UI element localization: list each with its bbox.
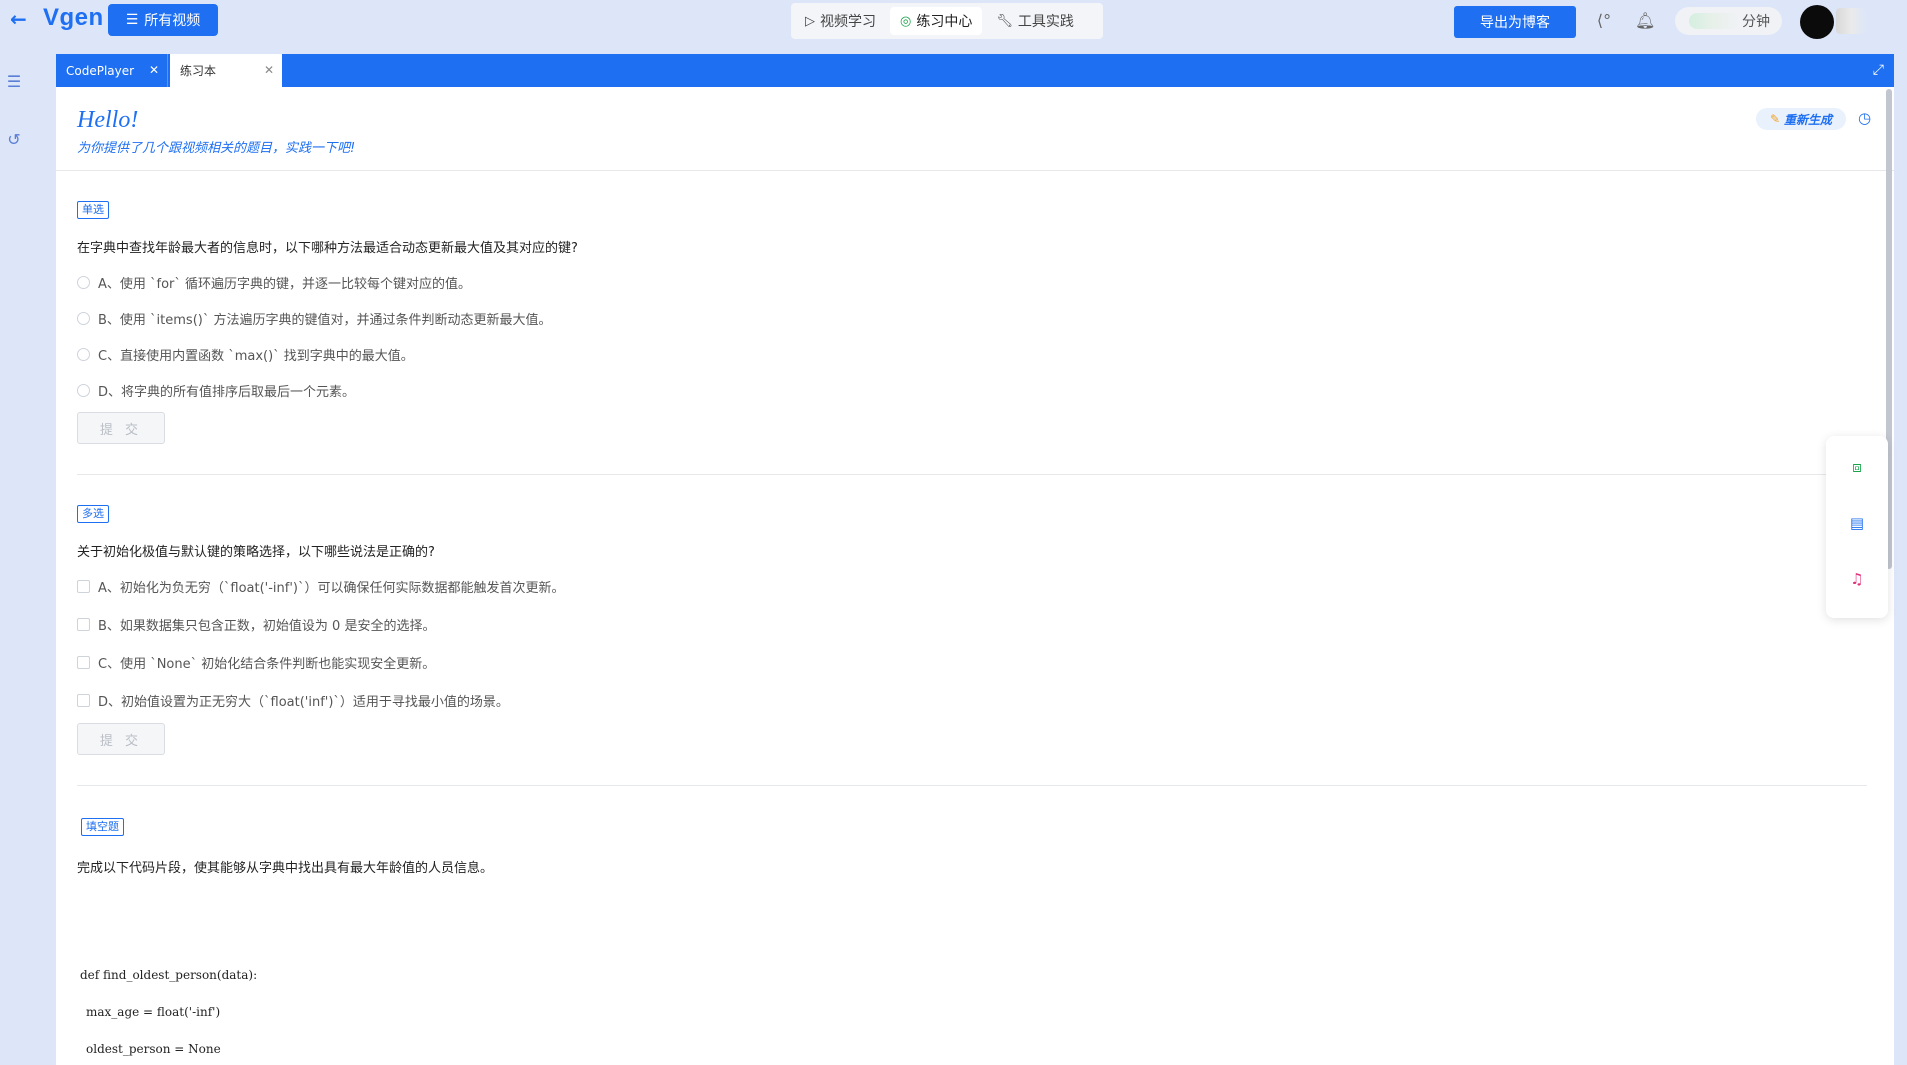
radio-option[interactable]: B、使用 `items()` 方法遍历字典的键值对，并通过条件判断动态更新最大值… (77, 308, 551, 328)
checkbox-option[interactable]: D、初始值设置为正无穷大（`float('inf')`）适用于寻找最小值的场景。 (77, 690, 509, 710)
wrench-icon: 🔧︎ (996, 13, 1013, 29)
checkbox[interactable] (77, 579, 90, 593)
top-bar: ← Vgen ☰ 所有视频 ▷ 视频学习 ◎ 练习中心 🔧︎ 工具实践 导出为博… (0, 0, 1907, 44)
section-divider (77, 785, 1867, 786)
code-assistant-icon[interactable]: ⧈ (1848, 458, 1866, 476)
checkbox-option[interactable]: B、如果数据集只包含正数，初始值设为 0 是安全的选择。 (77, 614, 435, 634)
option-label: B、如果数据集只包含正数，初始值设为 0 是安全的选择。 (98, 618, 436, 634)
timer-value-blurred (1689, 13, 1739, 29)
expand-icon[interactable]: ⤢ (1873, 62, 1884, 78)
doc-tab-strip: CodePlayer ✕ 练习本 ✕ ⤢ (56, 54, 1894, 87)
avatar[interactable] (1800, 5, 1834, 39)
headset-icon[interactable]: ♫ (1848, 570, 1866, 588)
greeting-subtitle: 为你提供了几个跟视频相关的题目，实践一下吧! (77, 141, 356, 156)
play-icon: ▷ (805, 13, 815, 29)
code-line: def find_oldest_person(data): (80, 968, 258, 982)
code-line: max_age = float('-inf') (86, 1005, 221, 1019)
radio-button[interactable] (77, 383, 90, 397)
radio-button[interactable] (77, 347, 90, 361)
option-label: A、使用 `for` 循环遍历字典的键，并逐一比较每个键对应的值。 (98, 276, 472, 292)
left-rail: ☰ ↺ (0, 52, 30, 1065)
greeting-title: Hello! (77, 107, 139, 133)
toolbox-icon[interactable]: ▤ (1848, 514, 1866, 532)
option-label: C、使用 `None` 初始化结合条件判断也能实现安全更新。 (98, 656, 436, 672)
tab-practice-center[interactable]: ◎ 练习中心 (890, 7, 983, 35)
all-videos-label: 所有视频 (144, 13, 201, 29)
tab-label: 工具实践 (1017, 14, 1074, 30)
app-logo[interactable]: Vgen (43, 4, 104, 32)
submit-button[interactable]: 提 交 (77, 723, 165, 755)
tab-label: 练习中心 (916, 14, 973, 30)
question-type-badge: 填空题 (81, 818, 124, 836)
option-label: D、将字典的所有值排序后取最后一个元素。 (98, 384, 356, 400)
share-icon[interactable]: ⟨° (1595, 12, 1613, 30)
option-label: A、初始化为负无穷（`float('-inf')`）可以确保任何实际数据都能触发… (98, 580, 565, 596)
tab-codeplayer[interactable]: CodePlayer ✕ (56, 54, 168, 87)
header-divider (56, 170, 1894, 171)
regenerate-label: 重新生成 (1784, 112, 1833, 127)
bell-icon[interactable]: 🔔︎ (1635, 12, 1655, 30)
regenerate-button[interactable]: ✎ 重新生成 (1756, 108, 1846, 130)
main-panel: CodePlayer ✕ 练习本 ✕ ⤢ Hello! 为你提供了几个跟视频相关… (56, 54, 1894, 1065)
notebook-content[interactable]: Hello! 为你提供了几个跟视频相关的题目，实践一下吧! ✎ 重新生成 ◷ 单… (56, 87, 1894, 1065)
code-line: oldest_person = None (86, 1042, 221, 1056)
list-icon: ☰ (125, 12, 139, 28)
checkbox-option[interactable]: A、初始化为负无穷（`float('-inf')`）可以确保任何实际数据都能触发… (77, 576, 565, 596)
history-icon[interactable]: ◷ (1858, 109, 1871, 127)
radio-button[interactable] (77, 311, 90, 325)
floating-tool-dock: ⧈ ▤ ♫ (1826, 436, 1888, 618)
radio-option[interactable]: A、使用 `for` 循环遍历字典的键，并逐一比较每个键对应的值。 (77, 272, 471, 292)
all-videos-button[interactable]: ☰ 所有视频 (108, 4, 218, 36)
refresh-icon[interactable]: ↺ (4, 130, 24, 150)
tab-notebook[interactable]: 练习本 ✕ (170, 54, 282, 87)
checkbox[interactable] (77, 617, 90, 631)
checkbox-option[interactable]: C、使用 `None` 初始化结合条件判断也能实现安全更新。 (77, 652, 435, 672)
question-text: 关于初始化极值与默认键的策略选择，以下哪些说法是正确的? (77, 545, 435, 560)
question-type-badge: 单选 (77, 201, 109, 219)
export-blog-button[interactable]: 导出为博客 (1454, 6, 1576, 38)
back-arrow-icon[interactable]: ← (10, 9, 30, 29)
checkbox[interactable] (77, 693, 90, 707)
question-type-badge: 多选 (77, 505, 109, 523)
tab-label: CodePlayer (66, 63, 135, 78)
option-label: D、初始值设置为正无穷大（`float('inf')`）适用于寻找最小值的场景。 (98, 694, 509, 710)
tab-video-learning[interactable]: ▷ 视频学习 (795, 7, 886, 35)
radio-option[interactable]: D、将字典的所有值排序后取最后一个元素。 (77, 380, 355, 400)
main-nav: ▷ 视频学习 ◎ 练习中心 🔧︎ 工具实践 (791, 3, 1103, 39)
tab-label: 练习本 (180, 64, 217, 78)
tab-label: 视频学习 (820, 14, 876, 30)
option-label: C、直接使用内置函数 `max()` 找到字典中的最大值。 (98, 348, 414, 364)
study-timer[interactable]: 分钟 (1675, 7, 1782, 35)
radio-option[interactable]: C、直接使用内置函数 `max()` 找到字典中的最大值。 (77, 344, 414, 364)
question-text: 完成以下代码片段，使其能够从字典中找出具有最大年龄值的人员信息。 (77, 861, 494, 876)
checkbox[interactable] (77, 655, 90, 669)
close-icon[interactable]: ✕ (264, 63, 274, 77)
tab-tool-practice[interactable]: 🔧︎ 工具实践 (986, 7, 1084, 35)
outline-icon[interactable]: ☰ (4, 72, 24, 92)
target-icon: ◎ (900, 13, 912, 29)
edit-icon: ✎ (1769, 112, 1781, 126)
close-icon[interactable]: ✕ (149, 63, 159, 77)
submit-button[interactable]: 提 交 (77, 412, 165, 444)
option-label: B、使用 `items()` 方法遍历字典的键值对，并通过条件判断动态更新最大值… (98, 312, 552, 328)
radio-button[interactable] (77, 275, 90, 289)
username-blurred (1836, 8, 1866, 34)
timer-unit: 分钟 (1742, 14, 1770, 30)
section-divider (77, 474, 1867, 475)
question-text: 在字典中查找年龄最大者的信息时，以下哪种方法最适合动态更新最大值及其对应的键? (77, 241, 578, 256)
